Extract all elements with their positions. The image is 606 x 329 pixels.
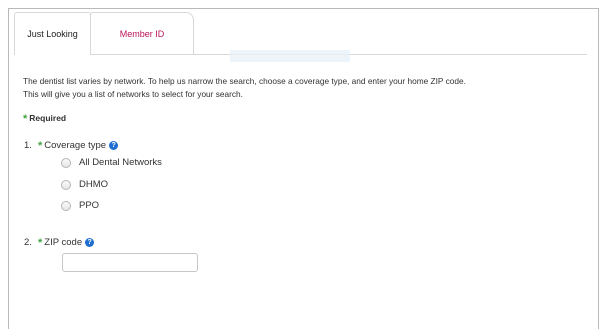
radio-button[interactable] xyxy=(61,200,71,211)
tab-member-id[interactable]: Member ID xyxy=(90,12,194,55)
help-icon[interactable]: ? xyxy=(85,237,95,247)
zip-question-number: 2. xyxy=(24,236,32,248)
radio-button[interactable] xyxy=(61,179,71,190)
active-tab-gap xyxy=(15,54,90,56)
required-legend: * Required xyxy=(23,112,67,125)
instructions-text: The dentist list varies by network. To h… xyxy=(23,75,583,101)
coverage-type-question: 1. * Coverage type ? xyxy=(24,139,119,152)
coverage-type-label: Coverage type xyxy=(44,139,107,151)
tab-member-id-label: Member ID xyxy=(119,29,165,39)
zip-code-input[interactable] xyxy=(62,253,198,272)
faded-banner xyxy=(230,50,350,62)
instructions-line-2: This will give you a list of networks to… xyxy=(23,89,243,99)
zip-code-question: 2. * ZIP code ? xyxy=(24,236,95,249)
tab-just-looking-label: Just Looking xyxy=(27,29,78,39)
radio-button[interactable] xyxy=(61,157,71,168)
required-star-icon: * xyxy=(38,237,43,249)
required-label: Required xyxy=(29,113,67,123)
tab-just-looking[interactable]: Just Looking xyxy=(14,12,91,55)
required-star-icon: * xyxy=(23,113,28,125)
coverage-option-all-dental-networks[interactable]: All Dental Networks xyxy=(61,157,162,168)
coverage-option-label: PPO xyxy=(79,200,100,211)
zip-code-label: ZIP code xyxy=(44,236,83,248)
coverage-question-number: 1. xyxy=(24,139,32,151)
help-icon[interactable]: ? xyxy=(109,140,119,150)
required-star-icon: * xyxy=(38,140,43,152)
coverage-option-ppo[interactable]: PPO xyxy=(61,200,99,211)
coverage-option-dhmo[interactable]: DHMO xyxy=(61,179,108,190)
instructions-line-1: The dentist list varies by network. To h… xyxy=(23,76,466,86)
coverage-option-label: All Dental Networks xyxy=(79,157,162,168)
coverage-option-label: DHMO xyxy=(79,179,109,190)
